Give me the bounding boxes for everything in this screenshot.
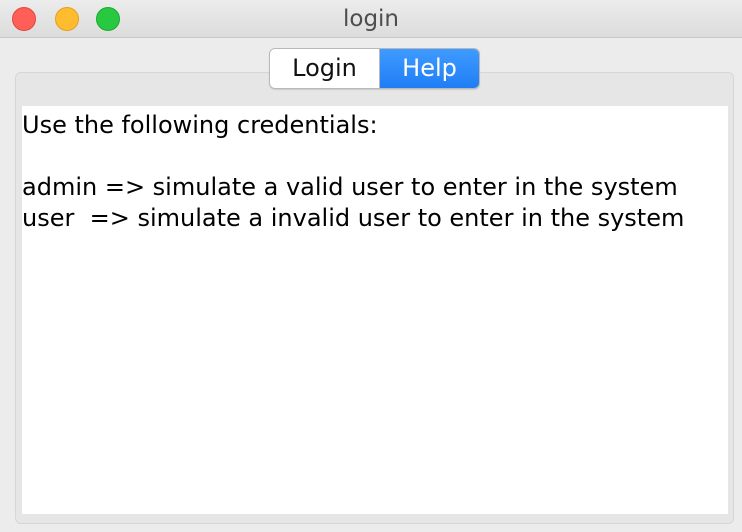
tab-login[interactable]: Login xyxy=(270,49,380,88)
help-line-admin: admin => simulate a valid user to enter … xyxy=(22,173,678,201)
login-window: login Login Help Use the following crede… xyxy=(0,0,742,532)
window-title: login xyxy=(342,6,400,32)
help-line-user: user => simulate a invalid user to enter… xyxy=(22,204,685,232)
help-line-intro: Use the following credentials: xyxy=(22,111,378,139)
tab-help[interactable]: Help xyxy=(380,49,479,88)
title-bar[interactable]: login xyxy=(0,0,742,38)
help-line-blank xyxy=(22,141,728,172)
tab-bar: Login Help xyxy=(269,48,480,89)
help-text-area: Use the following credentials: admin => … xyxy=(22,106,728,514)
